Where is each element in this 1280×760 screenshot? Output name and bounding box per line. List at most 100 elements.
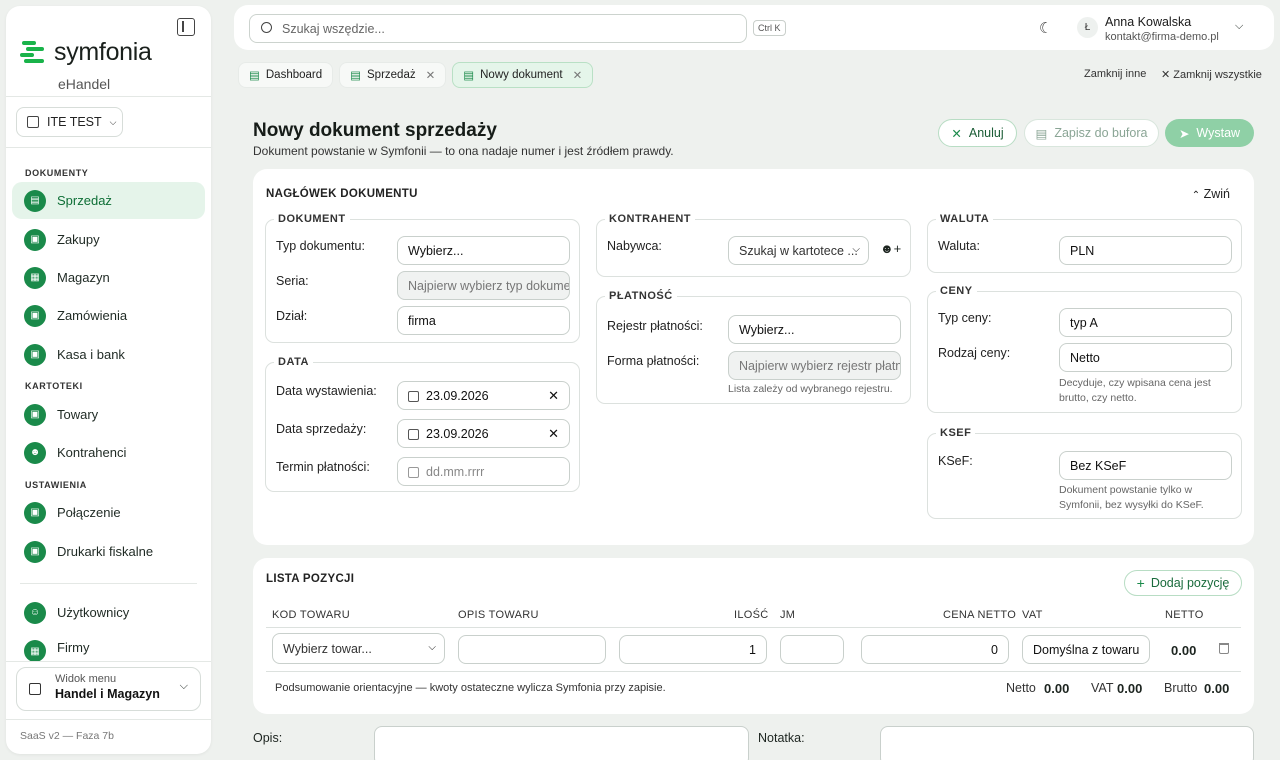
document-icon: ▤ [463,70,475,82]
sale-date-field[interactable]: 23.09.2026 ✕ [397,419,570,448]
issue-date-field[interactable]: 23.09.2026 ✕ [397,381,570,410]
chevron-down-icon[interactable]: ⌵ [1235,20,1243,33]
page-subtitle: Dokument powstanie w Symfonii — to ona n… [253,144,674,158]
view-menu-value: Handel i Magazyn [55,687,160,701]
due-date-field[interactable]: dd.mm.rrrr [397,457,570,486]
column-header: NETTO [1165,609,1204,621]
clear-icon[interactable]: ✕ [548,426,559,442]
sidebar-item-orders[interactable]: ▣ Zamówienia [12,297,205,334]
clear-icon[interactable]: ✕ [548,388,559,404]
view-menu-selector[interactable]: Widok menu Handel i Magazyn ⌵ [16,667,201,711]
tab-dashboard[interactable]: ▤ Dashboard [238,62,334,88]
cancel-label: Anuluj [968,126,1004,140]
price-hint: Decyduje, czy wpisana cena jest brutto, … [1059,377,1211,404]
payment-register-select[interactable]: Wybierz... [728,315,901,344]
close-others-link[interactable]: Zamknij inne [1084,68,1146,80]
issue-button[interactable]: ➤ Wystaw [1165,119,1254,147]
close-all-link[interactable]: ✕ Zamknij wszystkie [1161,68,1262,81]
close-all-label: Zamknij wszystkie [1173,69,1262,81]
sidebar-item-warehouse[interactable]: ▦ Magazyn [12,259,205,296]
collapse-button[interactable]: ⌃ Zwiń [1192,187,1230,201]
user-name[interactable]: Anna Kowalska [1105,15,1191,29]
cancel-button[interactable]: ✕ Anuluj [938,119,1017,147]
box-icon: ▣ [24,228,46,251]
ksef-select[interactable]: Bez KSeF [1059,451,1232,480]
note-textarea[interactable] [880,726,1254,760]
tab-label: Sprzedaż [367,69,416,81]
search-input[interactable]: Szukaj wszędzie... [249,14,747,43]
close-icon[interactable]: ✕ [573,68,583,82]
add-item-button[interactable]: + Dodaj pozycję [1124,570,1242,596]
sidebar-item-contractors[interactable]: ☻ Kontrahenci [12,434,205,471]
building-icon: ▦ [24,640,46,661]
price-kind-select[interactable]: Netto [1059,343,1232,372]
issue-date-value: 23.09.2026 [426,388,489,403]
divider [266,627,1241,628]
save-icon: ▤ [1035,126,1048,141]
description-label: Opis: [253,731,283,745]
sidebar-item-cash-bank[interactable]: ▣ Kasa i bank [12,336,205,373]
user-settings-icon: ☺ [24,601,46,624]
sidebar-item-fiscal-printers[interactable]: ▣ Drukarki fiskalne [12,533,205,570]
version-label: SaaS v2 — Faza 7b [20,730,114,742]
divider [20,583,197,584]
sidebar-item-label: Sprzedaż [57,193,112,208]
sidebar-item-label: Kontrahenci [57,445,127,460]
trash-icon[interactable] [1219,643,1229,654]
brand-name: symfonia [54,38,152,66]
sidebar-item-connection[interactable]: ▣ Połączenie [12,494,205,531]
chevron-down-icon: ⌵ [179,680,188,692]
description-input[interactable] [458,635,606,664]
tab-sales[interactable]: ▤ Sprzedaż ✕ [339,62,447,88]
search-icon [261,22,272,33]
buyer-select[interactable]: Szukaj w kartotece ... ⌵ [728,236,869,265]
product-placeholder: Wybierz towar... [283,641,372,656]
price-type-select[interactable]: typ A [1059,308,1232,337]
price-kind-label: Rodzaj ceny: [938,346,1011,360]
sale-date-value: 23.09.2026 [426,426,489,441]
user-email: kontakt@firma-demo.pl [1105,31,1219,43]
sidebar-item-label: Magazyn [57,270,110,285]
description-textarea[interactable] [374,726,749,760]
add-contractor-icon[interactable]: ☻+ [880,241,901,256]
save-buffer-label: Zapisz do bufora [1054,126,1148,140]
contractor-section: KONTRAHENT Nabywca: Szukaj w kartotece .… [596,213,911,277]
sidebar-collapse-icon[interactable] [177,18,195,36]
vat-select[interactable]: Domyślna z towaru [1022,635,1150,664]
tab-new-document[interactable]: ▤ Nowy dokument ✕ [452,62,594,88]
sidebar-item-label: Zakupy [57,232,100,247]
currency-select[interactable]: PLN [1059,236,1232,265]
sidebar-item-users[interactable]: ☺ Użytkownicy [12,594,205,631]
save-buffer-button[interactable]: ▤ Zapisz do bufora [1024,119,1159,147]
department-field[interactable]: firma [397,306,570,335]
column-header: KOD TOWARU [272,609,350,621]
company-selector[interactable]: ITE TEST ⌵ [16,107,123,137]
price-input[interactable]: 0 [861,635,1009,664]
sidebar-item-products[interactable]: ▣ Towary [12,396,205,433]
sidebar-item-label: Użytkownicy [57,605,130,620]
section-legend: KSEF [940,427,972,439]
calendar-icon [408,467,419,478]
sidebar-item-sales[interactable]: ▤ Sprzedaż [12,182,205,219]
product-select[interactable]: Wybierz towar... ⌵ [272,633,445,664]
divider [6,96,211,97]
sidebar-item-companies[interactable]: ▦ Firmy [12,633,205,661]
section-legend: PŁATNOŚĆ [609,290,673,302]
issue-label: Wystaw [1196,126,1241,140]
close-icon[interactable]: ✕ [426,68,436,82]
tab-bar: ▤ Dashboard ▤ Sprzedaż ✕ ▤ Nowy dokument… [238,62,594,88]
add-item-label: Dodaj pozycję [1150,576,1230,590]
sidebar-item-label: Drukarki fiskalne [57,544,154,559]
issue-date-label: Data wystawienia: [276,384,377,398]
moon-icon[interactable]: ☾ [1039,19,1052,37]
section-cards: KARTOTEKI [25,381,83,391]
box-icon: ▣ [24,540,46,563]
document-type-select[interactable]: Wybierz... [397,236,570,265]
buyer-label: Nabywca: [607,239,662,253]
sidebar-item-purchases[interactable]: ▣ Zakupy [12,221,205,258]
tab-label: Nowy dokument [480,69,563,81]
avatar[interactable]: Ł [1077,17,1098,38]
unit-input[interactable] [780,635,844,664]
page-title: Nowy dokument sprzedaży [253,120,497,141]
quantity-input[interactable]: 1 [619,635,767,664]
